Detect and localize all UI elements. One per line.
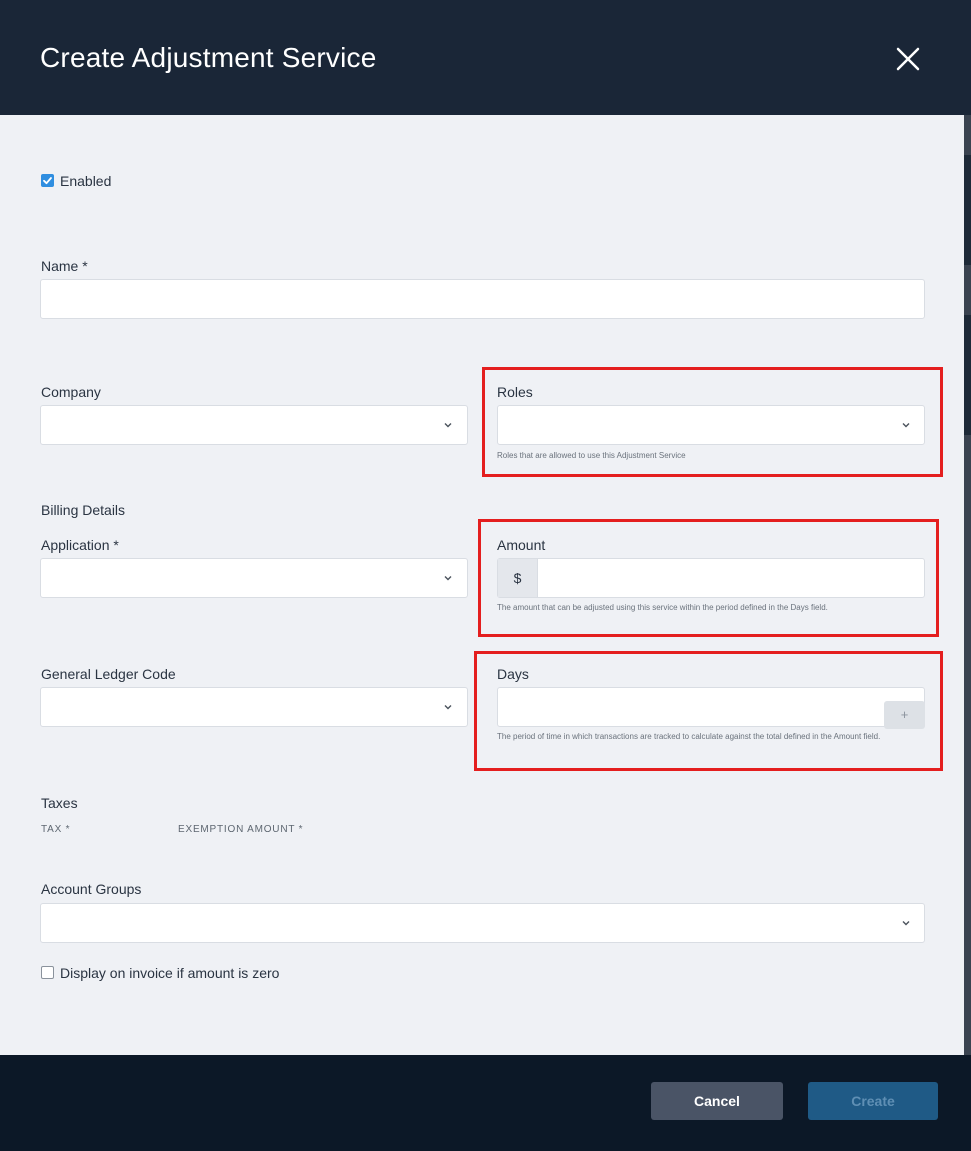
account-groups-select[interactable] xyxy=(40,903,925,943)
taxes-heading: Taxes xyxy=(41,795,78,811)
name-label: Name * xyxy=(41,258,88,274)
display-zero-label: Display on invoice if amount is zero xyxy=(60,965,280,981)
enabled-checkbox[interactable] xyxy=(41,174,54,187)
close-icon[interactable] xyxy=(893,44,923,74)
modal-footer: Cancel Create xyxy=(0,1055,971,1151)
gl-code-label: General Ledger Code xyxy=(41,666,176,682)
display-zero-checkbox[interactable] xyxy=(41,966,54,979)
chevron-down-icon xyxy=(902,921,910,926)
amount-highlight-box xyxy=(478,519,939,637)
modal-body: Enabled Name * Company Roles Roles that … xyxy=(0,115,964,1055)
exemption-column-header: EXEMPTION AMOUNT * xyxy=(178,824,304,835)
modal-title: Create Adjustment Service xyxy=(40,42,377,73)
account-groups-label: Account Groups xyxy=(41,881,142,897)
tax-column-header: TAX * xyxy=(41,824,71,835)
company-select[interactable] xyxy=(40,405,468,445)
application-select[interactable] xyxy=(40,558,468,598)
modal-header: Create Adjustment Service xyxy=(0,0,971,115)
application-label: Application * xyxy=(41,537,119,553)
cancel-button[interactable]: Cancel xyxy=(651,1082,783,1120)
billing-details-heading: Billing Details xyxy=(41,502,126,518)
gl-code-select[interactable] xyxy=(40,687,468,727)
create-button[interactable]: Create xyxy=(808,1082,938,1120)
name-input[interactable] xyxy=(40,279,925,319)
roles-highlight-box xyxy=(482,367,943,477)
enabled-label: Enabled xyxy=(60,173,112,189)
check-icon xyxy=(43,177,52,185)
chevron-down-icon xyxy=(444,705,452,710)
chevron-down-icon xyxy=(444,423,452,428)
chevron-down-icon xyxy=(444,576,452,581)
days-highlight-box xyxy=(474,651,943,771)
background-edge xyxy=(964,115,971,1055)
company-label: Company xyxy=(41,384,101,400)
